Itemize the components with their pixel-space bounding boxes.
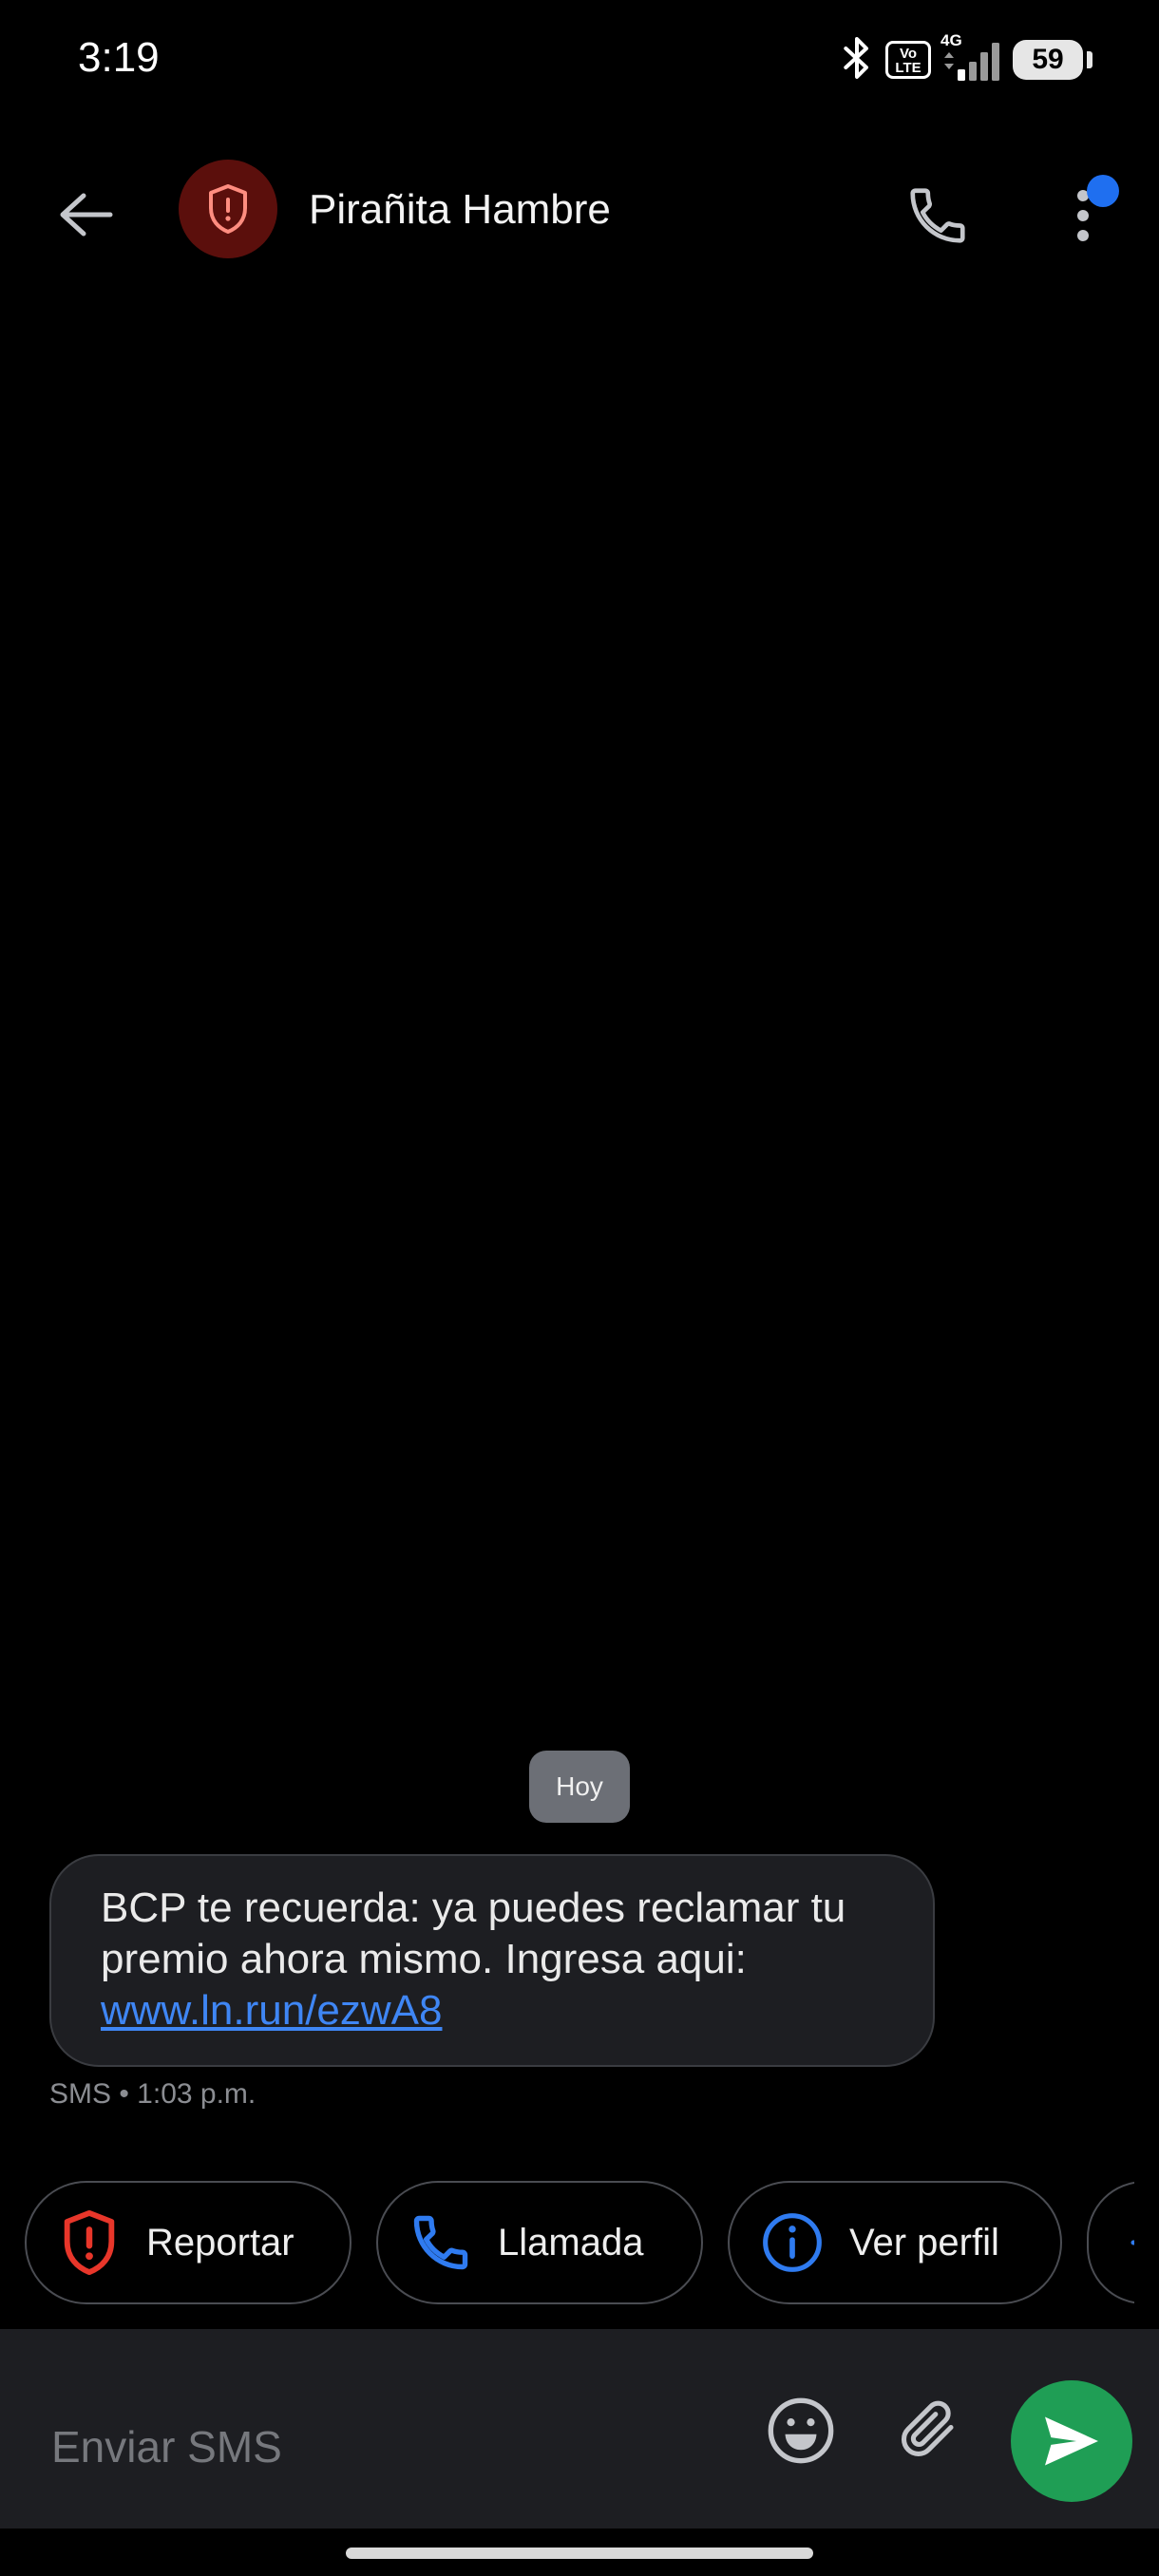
view-profile-chip-label: Ver perfil	[849, 2221, 999, 2263]
phone-icon	[407, 2208, 475, 2277]
send-button[interactable]	[1011, 2380, 1132, 2502]
volte-icon: Vo LTE	[885, 41, 931, 79]
contact-avatar[interactable]	[179, 160, 277, 258]
send-icon	[1045, 2416, 1098, 2466]
status-icons: Vo LTE 4G 59	[838, 31, 1092, 85]
report-chip-label: Reportar	[146, 2221, 294, 2263]
emoji-button[interactable]	[760, 2390, 842, 2472]
status-bar: 3:19 Vo LTE 4G 59	[0, 0, 1159, 123]
message-input[interactable]	[49, 2420, 718, 2473]
view-profile-chip[interactable]: Ver perfil	[728, 2181, 1062, 2304]
home-indicator[interactable]	[346, 2548, 813, 2559]
bluetooth-icon	[838, 35, 876, 85]
battery-indicator: 59	[1013, 40, 1092, 80]
shield-alert-icon	[209, 184, 247, 234]
contact-name[interactable]: Pirañita Hambre	[309, 186, 611, 234]
report-chip[interactable]: Reportar	[25, 2181, 352, 2304]
phone-icon	[910, 188, 965, 243]
call-chip[interactable]: Llamada	[376, 2181, 703, 2304]
arrow-left-icon	[60, 193, 113, 237]
status-time: 3:19	[78, 34, 160, 81]
compose-bar	[0, 2329, 1159, 2529]
paperclip-icon	[901, 2400, 954, 2456]
call-chip-label: Llamada	[498, 2221, 644, 2263]
volte-top-label: Vo	[899, 46, 918, 62]
shield-alert-icon	[55, 2208, 124, 2277]
plus-icon	[1113, 2208, 1134, 2277]
attach-button[interactable]	[887, 2388, 969, 2470]
date-divider: Hoy	[529, 1751, 630, 1823]
info-icon	[758, 2208, 826, 2277]
notification-dot	[1087, 175, 1119, 207]
more-suggestions-chip[interactable]	[1087, 2181, 1134, 2304]
conversation-header: Pirañita Hambre	[0, 142, 1159, 277]
message-text: BCP te recuerda: ya puedes reclamar tu p…	[101, 1885, 846, 1982]
call-button[interactable]	[895, 173, 980, 258]
emoji-icon	[768, 2397, 834, 2464]
message-bubble[interactable]: BCP te recuerda: ya puedes reclamar tu p…	[49, 1854, 935, 2067]
suggestion-chips: Reportar Llamada Ver perfil	[25, 2181, 1134, 2304]
message-meta: SMS • 1:03 p.m.	[49, 2078, 256, 2110]
volte-bottom-label: LTE	[895, 60, 922, 76]
message-link[interactable]: www.ln.run/ezwA8	[101, 1987, 442, 2034]
signal-icon: 4G	[940, 31, 1003, 83]
back-button[interactable]	[48, 177, 124, 253]
